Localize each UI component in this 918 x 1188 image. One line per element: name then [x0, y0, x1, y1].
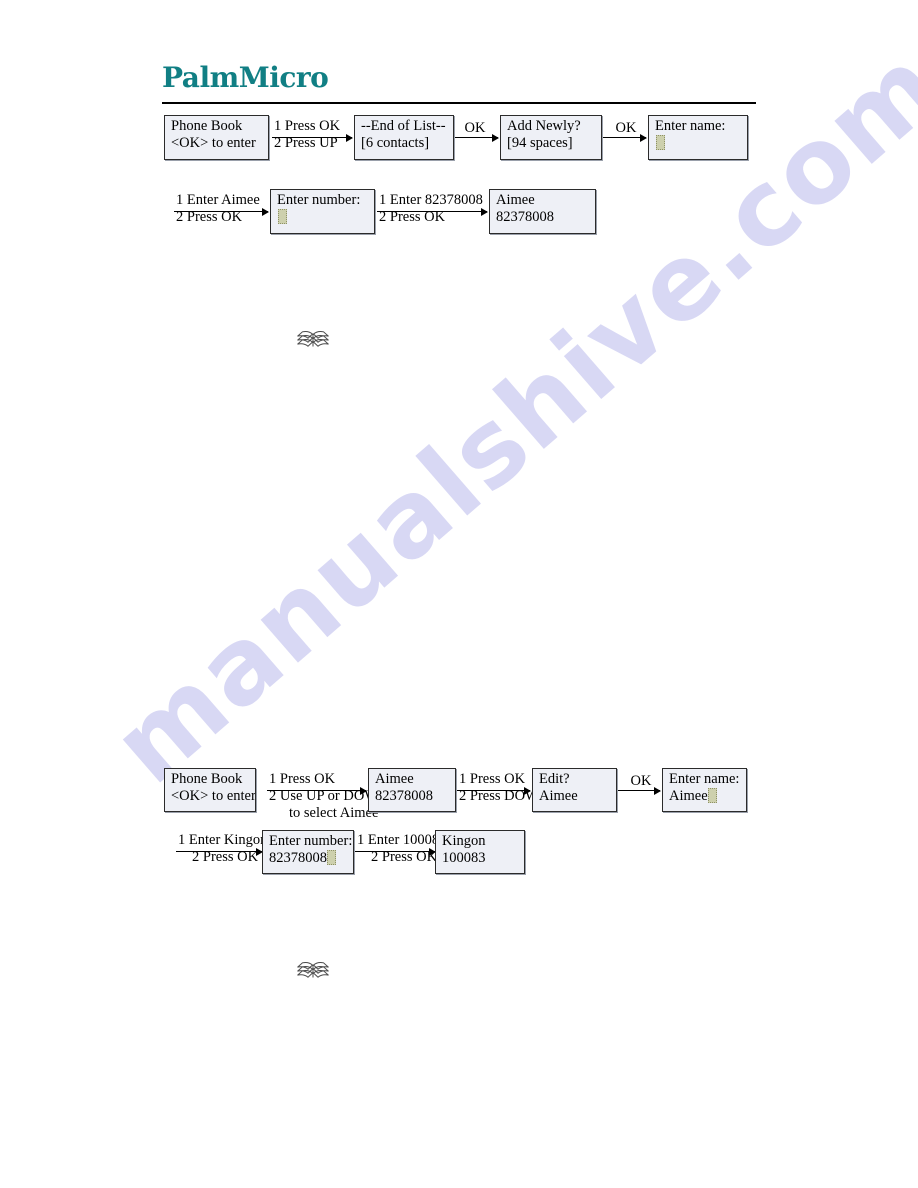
- lcd-screen-enter-name: Enter name:: [648, 115, 748, 160]
- transition-line-1: 1 Enter Aimee: [176, 192, 260, 208]
- lcd-line-2: 82378008: [496, 209, 554, 225]
- lcd-line-2-text: Aimee: [669, 788, 708, 804]
- transition-enter-kingon: 1 Enter Kingon 2 Press OK: [178, 832, 267, 866]
- lcd-line-2: <OK> to enter: [171, 788, 256, 804]
- lcd-screen-enter-number: Enter number:: [270, 189, 375, 234]
- text-cursor-icon: [327, 850, 336, 865]
- arrow-to-aimee-record: [473, 207, 488, 216]
- transition-ok-1: OK: [463, 120, 487, 137]
- transition-underline-2: [457, 790, 525, 791]
- transition-ok-1: OK: [629, 773, 653, 790]
- lcd-line-1: Enter number:: [269, 833, 353, 849]
- open-book-icon-svg: [297, 961, 329, 978]
- lcd-cursor-line: [656, 135, 742, 152]
- lcd-line-1: Aimee: [496, 192, 535, 208]
- arrow-add-newly-to-enter-name: [603, 133, 647, 142]
- lcd-line-1: Edit?: [539, 771, 570, 787]
- lcd-line-1: --End of List--: [361, 118, 446, 134]
- text-cursor-icon: [278, 209, 287, 224]
- lcd-line-2: 100083: [442, 850, 486, 866]
- lcd-line-1: Phone Book: [171, 771, 243, 787]
- lcd-line-2: [6 contacts]: [361, 135, 430, 151]
- palmmicro-logo: PalmMicro: [162, 61, 329, 94]
- lcd-line-2: <OK> to enter: [171, 135, 256, 151]
- arrow-aimee-to-edit: [518, 786, 531, 795]
- lcd-screen-end-of-list: --End of List-- [6 contacts]: [354, 115, 454, 160]
- lcd-line-1: Aimee: [375, 771, 414, 787]
- transition-line-1: OK: [615, 120, 637, 136]
- arrow-phone-book-to-end-of-list: [340, 133, 353, 142]
- transition-underline-1: [267, 790, 365, 791]
- lcd-screen-aimee-record: Aimee 82378008: [368, 768, 456, 812]
- transition-underline-2: [174, 211, 260, 212]
- transition-line-1: 1 Enter Kingon: [178, 832, 268, 848]
- lcd-screen-edit-prompt: Edit? Aimee: [532, 768, 617, 812]
- lcd-line-2-text: 82378008: [269, 850, 327, 866]
- lcd-screen-aimee-record: Aimee 82378008: [489, 189, 596, 234]
- transition-line-1: 1 Enter 100083: [357, 832, 447, 848]
- header-divider: [162, 102, 756, 104]
- lcd-line-2: [94 spaces]: [507, 135, 573, 151]
- transition-line-1: 1 Press OK: [274, 118, 341, 134]
- transition-line-1: OK: [630, 773, 652, 789]
- lcd-line-2: Aimee: [539, 788, 578, 804]
- transition-ok-2: OK: [614, 120, 638, 137]
- arrow-phone-book-to-aimee: [352, 786, 367, 795]
- watermark-layer: manualshive.com: [0, 0, 918, 1188]
- lcd-screen-phone-book: Phone Book <OK> to enter: [164, 115, 269, 160]
- transition-line-1: 1 Enter 82378008: [379, 192, 483, 208]
- lcd-screen-enter-number: Enter number: 82378008: [262, 830, 354, 874]
- open-book-icon: [296, 960, 330, 987]
- arrow-to-kingon-record: [424, 847, 436, 856]
- watermark-text: manualshive.com: [89, 23, 918, 808]
- lcd-cursor-line: [278, 209, 369, 226]
- transition-line-1: OK: [464, 120, 486, 136]
- text-cursor-icon: [707, 788, 717, 803]
- arrow-edit-to-enter-name: [618, 786, 661, 795]
- arrow-to-enter-number: [252, 207, 269, 216]
- lcd-line-1: Add Newly?: [507, 118, 581, 134]
- lcd-screen-phone-book: Phone Book <OK> to enter: [164, 768, 256, 812]
- text-cursor-icon: [656, 135, 665, 150]
- lcd-line-2: 82378008: [269, 850, 348, 867]
- open-book-icon: [296, 329, 330, 356]
- transition-underline-4: [355, 851, 435, 852]
- lcd-line-1: Kingon: [442, 833, 486, 849]
- lcd-line-1: Phone Book: [171, 118, 243, 134]
- lcd-screen-kingon-record: Kingon 100083: [435, 830, 525, 874]
- open-book-icon-svg: [297, 330, 329, 347]
- arrow-to-enter-number: [250, 847, 263, 856]
- lcd-line-2: Aimee: [669, 788, 741, 805]
- lcd-screen-enter-name: Enter name: Aimee: [662, 768, 747, 812]
- lcd-line-1: Enter name:: [669, 771, 740, 787]
- lcd-line-1: Enter number:: [277, 192, 361, 208]
- arrow-end-of-list-to-add-newly: [455, 133, 499, 142]
- transition-enter-82378008: 1 Enter 82378008 2 Press OK: [379, 192, 483, 226]
- lcd-line-1: Enter name:: [655, 118, 726, 134]
- lcd-screen-add-newly: Add Newly? [94 spaces]: [500, 115, 602, 160]
- transition-underline-3: [176, 851, 259, 852]
- transition-underline-3: [377, 211, 485, 212]
- transition-press-ok-up: 1 Press OK 2 Press UP: [274, 118, 340, 152]
- lcd-line-2: 82378008: [375, 788, 433, 804]
- transition-enter-aimee: 1 Enter Aimee 2 Press OK: [176, 192, 260, 226]
